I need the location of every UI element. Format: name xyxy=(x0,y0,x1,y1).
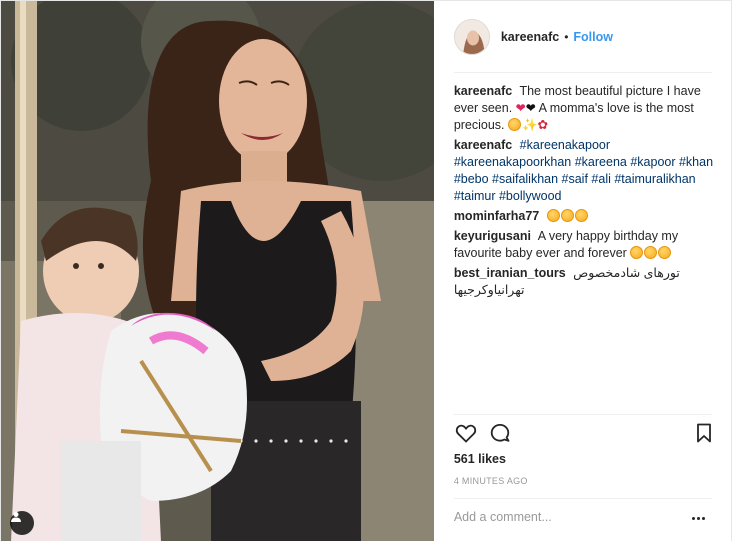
black-heart-emoji-icon: ❤ xyxy=(525,101,536,115)
list-item: keyurigusani A very happy birthday my fa… xyxy=(454,228,716,262)
comment-username[interactable]: kareenafc xyxy=(454,138,512,152)
yum-emoji-icon xyxy=(508,118,522,131)
add-comment-divider xyxy=(453,498,712,499)
comment-bubble-icon[interactable] xyxy=(488,421,514,447)
list-item: best_iranian_tours تورهای شادمخصوص تهران… xyxy=(454,265,716,299)
header-separator: • xyxy=(564,29,569,44)
header-username[interactable]: kareenafc xyxy=(501,30,559,44)
broken-heart-emoji-icon: ❤ xyxy=(515,101,526,115)
instagram-post: kareenafc • Follow kareenafc The most be… xyxy=(0,0,732,541)
more-options-icon[interactable] xyxy=(692,509,712,523)
bookmark-icon[interactable] xyxy=(692,421,718,447)
post-header: kareenafc • Follow xyxy=(434,1,732,72)
yum-emoji-icon xyxy=(560,209,574,222)
comments-list: kareenafc The most beautiful picture I h… xyxy=(454,83,716,413)
yum-emoji-icon xyxy=(658,246,672,259)
photo-illustration xyxy=(1,1,434,541)
heart-outline-icon[interactable] xyxy=(454,421,480,447)
action-bar xyxy=(454,421,716,449)
post-side-panel: kareenafc • Follow kareenafc The most be… xyxy=(433,1,732,541)
sparkles-emoji-icon: ✨ xyxy=(522,118,538,132)
add-comment-input[interactable] xyxy=(453,507,694,527)
comment-username[interactable]: keyurigusani xyxy=(454,229,531,243)
avatar[interactable] xyxy=(453,18,490,55)
header-divider xyxy=(453,72,712,73)
list-item: kareenafc The most beautiful picture I h… xyxy=(454,83,716,134)
yum-emoji-icon xyxy=(546,209,560,222)
yum-emoji-icon xyxy=(574,209,588,222)
likes-count[interactable]: 561 likes xyxy=(454,452,506,466)
comment-username[interactable]: mominfarha77 xyxy=(454,209,539,223)
comment-username[interactable]: kareenafc xyxy=(454,84,512,98)
list-item: kareenafc #kareenakapoor #kareenakapoork… xyxy=(454,137,716,205)
yum-emoji-icon xyxy=(630,246,644,259)
post-photo[interactable] xyxy=(1,1,434,541)
actions-divider xyxy=(453,414,712,415)
post-timestamp[interactable]: 4 MINUTES AGO xyxy=(454,476,528,486)
follow-button[interactable]: Follow xyxy=(573,30,613,44)
comment-username[interactable]: best_iranian_tours xyxy=(454,266,566,280)
rose-emoji-icon: ✿ xyxy=(537,118,549,132)
yum-emoji-icon xyxy=(644,246,658,259)
list-item: mominfarha77 xyxy=(454,208,716,225)
user-tag-icon[interactable] xyxy=(10,511,34,535)
